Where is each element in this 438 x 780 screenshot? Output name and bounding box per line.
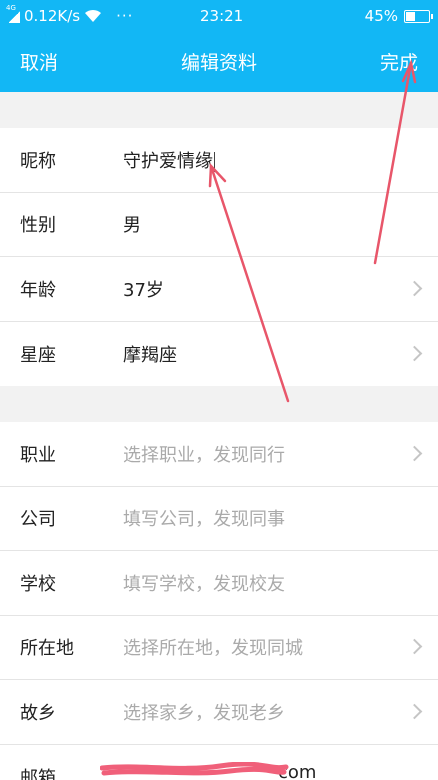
occupation-placeholder: 选择职业，发现同行 — [123, 444, 285, 466]
hometown-placeholder: 选择家乡，发现老乡 — [123, 702, 285, 724]
battery-icon — [404, 9, 433, 23]
clock: 23:21 — [200, 7, 244, 25]
company-row[interactable]: 公司 填写公司，发现同事 — [0, 487, 438, 551]
constellation-row[interactable]: 星座 摩羯座 — [0, 322, 438, 387]
row-label: 年龄 — [20, 279, 56, 301]
row-label: 公司 — [20, 509, 56, 531]
row-label: 昵称 — [20, 150, 56, 172]
signal-icon: 4G — [6, 4, 20, 23]
constellation-value: 摩羯座 — [123, 344, 177, 366]
wifi-icon — [85, 9, 102, 22]
basic-info-group: 昵称 守护爱情缘 性别 男 年龄 37岁 星座 摩羯座 — [0, 128, 438, 386]
page-title: 编辑资料 — [180, 52, 257, 74]
nickname-row[interactable]: 昵称 守护爱情缘 — [0, 128, 438, 193]
row-label: 职业 — [20, 444, 56, 466]
status-right: 45% — [364, 7, 433, 25]
network-speed: 0.12K/s — [24, 7, 81, 25]
row-label: 学校 — [20, 573, 56, 595]
chevron-right-icon — [406, 345, 423, 362]
age-row[interactable]: 年龄 37岁 — [0, 257, 438, 322]
chevron-right-icon — [406, 280, 423, 297]
nickname-value: 守护爱情缘 — [123, 150, 213, 172]
text-caret — [214, 151, 215, 172]
gender-value: 男 — [123, 215, 141, 237]
chevron-right-icon — [406, 638, 423, 655]
done-button[interactable]: 完成 — [380, 48, 418, 75]
location-row[interactable]: 所在地 选择所在地，发现同城 — [0, 616, 438, 680]
school-field[interactable]: 填写学校，发现校友 — [123, 570, 285, 596]
row-label: 所在地 — [20, 638, 74, 660]
status-bar: 4G 0.12K/s ··· 23:21 45% — [0, 0, 438, 34]
row-label: 邮箱 — [20, 767, 56, 780]
hometown-row[interactable]: 故乡 选择家乡，发现老乡 — [0, 680, 438, 745]
battery-percent: 45% — [364, 7, 398, 25]
chevron-right-icon — [406, 703, 423, 720]
gender-row[interactable]: 性别 男 — [0, 193, 438, 257]
nav-bar: 取消 编辑资料 完成 — [0, 34, 438, 92]
email-row[interactable]: 邮箱 — [0, 745, 438, 780]
row-label: 性别 — [20, 215, 56, 237]
app-header: 4G 0.12K/s ··· 23:21 45% 取消 编辑资料 完成 — [0, 0, 438, 92]
location-placeholder: 选择所在地，发现同城 — [123, 638, 303, 660]
nickname-field[interactable]: 守护爱情缘 — [123, 147, 215, 173]
occupation-row[interactable]: 职业 选择职业，发现同行 — [0, 422, 438, 487]
status-left: 4G 0.12K/s ··· — [6, 4, 134, 25]
school-row[interactable]: 学校 填写学校，发现校友 — [0, 551, 438, 616]
extended-info-group: 职业 选择职业，发现同行 公司 填写公司，发现同事 学校 填写学校，发现校友 所… — [0, 422, 438, 780]
more-indicator: ··· — [116, 7, 134, 25]
email-visible-suffix: com — [278, 762, 317, 780]
company-field[interactable]: 填写公司，发现同事 — [123, 505, 285, 531]
chevron-right-icon — [406, 445, 423, 462]
row-label: 星座 — [20, 344, 56, 366]
age-value: 37岁 — [123, 279, 164, 301]
row-label: 故乡 — [20, 702, 56, 724]
